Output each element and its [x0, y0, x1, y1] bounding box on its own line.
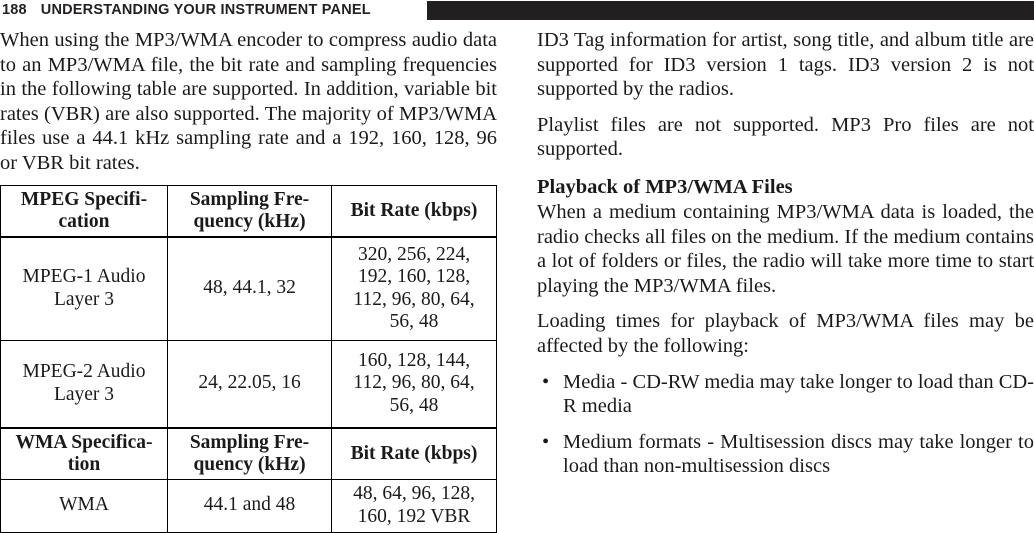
mpeg1-spec-cell: MPEG-1 Audio Layer 3: [0, 236, 168, 341]
mpeg-bitrate-header: Bit Rate (kbps): [331, 184, 497, 238]
mpeg1-bitrate-line2: 192, 160, 128,: [357, 266, 471, 288]
list-item-label: Media - CD-RW media may take longer to l…: [563, 370, 1034, 418]
loading-factors-list: • Media - CD-RW media may take longer to…: [537, 370, 1034, 479]
mpeg2-bitrate-line2: 112, 96, 80, 64,: [353, 372, 475, 394]
wma-bitrate-line1: 48, 64, 96, 128,: [353, 483, 475, 505]
list-item-label: Medium formats - Multisession discs may …: [563, 430, 1034, 478]
wma-frequency-header-line2: quency (kHz): [193, 453, 306, 475]
mpeg-spec-header-line1: MPEG Specifi-: [20, 188, 148, 210]
page-running-header: 188 UNDERSTANDING YOUR INSTRUMENT PANEL: [0, 0, 1034, 21]
mpeg2-frequency-cell: 24, 22.05, 16: [167, 339, 332, 429]
playlist-paragraph: Playlist files are not supported. MP3 Pr…: [537, 113, 1034, 161]
mpeg2-spec-cell: MPEG-2 Audio Layer 3: [0, 339, 168, 429]
table-row: WMA 44.1 and 48 48, 64, 96, 128, 160, 19…: [0, 478, 497, 533]
wma-header-row: WMA Specifica- tion Sampling Fre- quency…: [0, 426, 497, 480]
left-column: When using the MP3/WMA encoder to compre…: [0, 28, 497, 533]
list-item: • Medium formats - Multisession discs ma…: [537, 430, 1034, 479]
mpeg-header-row: MPEG Specifi- cation Sampling Fre- quenc…: [0, 184, 497, 238]
wma-frequency-header: Sampling Fre- quency (kHz): [167, 426, 332, 480]
header-decorative-bar: [427, 1, 1034, 20]
bullet-icon: •: [542, 430, 550, 453]
playback-heading: Playback of MP3/WMA Files: [537, 175, 793, 198]
mpeg-spec-header: MPEG Specifi- cation: [0, 184, 168, 238]
table-row: MPEG-1 Audio Layer 3 48, 44.1, 32 320, 2…: [0, 236, 497, 341]
wma-frequency-header-line1: Sampling Fre-: [189, 431, 310, 453]
playback-paragraph: When a medium containing MP3/WMA data is…: [537, 200, 1034, 297]
wma-spec-header: WMA Specifica- tion: [0, 426, 168, 480]
mpeg1-bitrate-cell: 320, 256, 224, 192, 160, 128, 112, 96, 8…: [331, 236, 497, 341]
intro-paragraph: When using the MP3/WMA encoder to compre…: [0, 29, 497, 174]
page-title: UNDERSTANDING YOUR INSTRUMENT PANEL: [40, 2, 371, 18]
mpeg2-bitrate-line3: 56, 48: [389, 394, 439, 416]
wma-frequency-cell: 44.1 and 48: [167, 478, 332, 533]
mpeg-frequency-header-line1: Sampling Fre-: [189, 188, 310, 210]
mpeg1-frequency-cell: 48, 44.1, 32: [167, 236, 332, 341]
bullet-icon: •: [542, 370, 550, 393]
wma-bitrate-header: Bit Rate (kbps): [331, 426, 497, 480]
mpeg-frequency-header: Sampling Fre- quency (kHz): [167, 184, 332, 238]
mpeg2-bitrate-cell: 160, 128, 144, 112, 96, 80, 64, 56, 48: [331, 339, 497, 429]
list-item: • Media - CD-RW media may take longer to…: [537, 370, 1034, 419]
mpeg-spec-header-line2: cation: [58, 210, 110, 232]
mpeg1-bitrate-line3: 112, 96, 80, 64,: [353, 288, 475, 310]
mpeg2-bitrate-line1: 160, 128, 144,: [357, 349, 471, 371]
right-column: ID3 Tag information for artist, song tit…: [537, 28, 1034, 490]
page-number: 188: [2, 2, 27, 18]
audio-format-spec-table: MPEG Specifi- cation Sampling Fre- quenc…: [0, 184, 497, 533]
mpeg2-spec-line1: MPEG-2 Audio: [22, 361, 146, 383]
table-row: MPEG-2 Audio Layer 3 24, 22.05, 16 160, …: [0, 339, 497, 429]
loading-times-paragraph: Loading times for playback of MP3/WMA fi…: [537, 310, 1034, 357]
mpeg-frequency-header-line2: quency (kHz): [193, 210, 306, 232]
wma-spec-header-line1: WMA Specifica-: [15, 431, 153, 453]
wma-bitrate-cell: 48, 64, 96, 128, 160, 192 VBR: [331, 478, 497, 533]
mpeg1-spec-line2: Layer 3: [53, 288, 115, 310]
mpeg1-spec-line1: MPEG-1 Audio: [22, 266, 146, 288]
mpeg2-spec-line2: Layer 3: [53, 383, 115, 405]
id3-paragraph: ID3 Tag information for artist, song tit…: [537, 29, 1034, 101]
mpeg1-bitrate-line4: 56, 48: [389, 311, 439, 333]
wma-spec-header-line2: tion: [67, 453, 101, 475]
wma-bitrate-line2: 160, 192 VBR: [357, 505, 471, 527]
wma-spec-cell: WMA: [0, 478, 168, 533]
mpeg1-bitrate-line1: 320, 256, 224,: [357, 243, 471, 265]
